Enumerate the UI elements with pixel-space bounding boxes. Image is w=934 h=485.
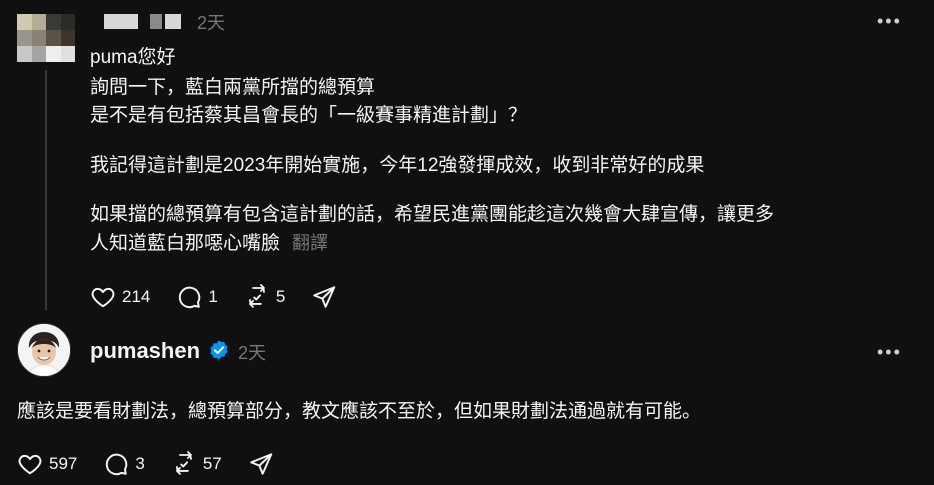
repost-icon (175, 451, 192, 475)
verified-badge-icon (210, 340, 228, 360)
avatar-pixelated[interactable] (17, 14, 75, 62)
translate-link[interactable]: 翻譯 (292, 233, 328, 253)
send-icon (250, 453, 273, 475)
post-timestamp: 2天 (197, 13, 226, 33)
post-greeting: puma您好 (90, 47, 176, 68)
reply-text: 應該是要看財劃法，總預算部分，教文應該不至於，但如果財劃法通過就有可能。 (17, 401, 702, 422)
more-icon[interactable]: ••• (877, 343, 902, 361)
comment-icon (106, 453, 128, 476)
repost-button[interactable]: 5 (244, 284, 285, 310)
repost-count: 57 (202, 454, 222, 473)
heart-icon (91, 287, 115, 308)
share-button[interactable] (248, 451, 274, 477)
avatar-pumashen[interactable] (17, 323, 71, 377)
repost-count: 5 (275, 287, 286, 306)
heart-icon (18, 454, 42, 475)
post-timestamp: 2天 (238, 343, 267, 363)
post-actions: 214 1 5 (90, 284, 363, 310)
post-text-line-with-translate: 人知道藍白那噁心嘴臉 翻譯 (90, 229, 328, 258)
more-icon[interactable]: ••• (877, 12, 902, 30)
like-button[interactable]: 597 (17, 451, 77, 477)
post-actions: 597 3 57 (17, 451, 300, 477)
reply-count: 3 (135, 454, 145, 473)
post-text-line: 如果擋的總預算有包含這計劃的話，希望民進黨團能趁這次幾會大肆宣傳，讓更多 (90, 204, 775, 225)
post-text-line: 人知道藍白那噁心嘴臉 (90, 233, 281, 254)
post-text-line: 詢問一下，藍白兩黨所擋的總預算 (90, 77, 376, 98)
redacted-username-part (150, 14, 162, 29)
username[interactable]: pumashen (90, 338, 200, 364)
comment-icon (179, 286, 201, 309)
share-button[interactable] (311, 284, 337, 310)
redacted-username-part (165, 14, 181, 29)
avatar-photo (18, 324, 70, 376)
post-text-paragraph: 我記得這計劃是2023年開始實施，今年12強發揮成效，收到非常好的成果 (90, 155, 705, 176)
like-button[interactable]: 214 (90, 284, 150, 310)
reply-button[interactable]: 3 (103, 451, 145, 477)
post-text-line: 是不是有包括蔡其昌會長的「一級賽事精進計劃」？ (90, 105, 528, 126)
thread-connector-line (45, 70, 47, 310)
send-icon (313, 286, 336, 308)
reply-count: 1 (208, 287, 218, 306)
like-count: 214 (122, 287, 151, 306)
repost-icon (248, 284, 265, 308)
repost-button[interactable]: 57 (171, 451, 222, 477)
redacted-username[interactable] (104, 14, 138, 29)
reply-button[interactable]: 1 (176, 284, 218, 310)
like-count: 597 (49, 454, 78, 473)
